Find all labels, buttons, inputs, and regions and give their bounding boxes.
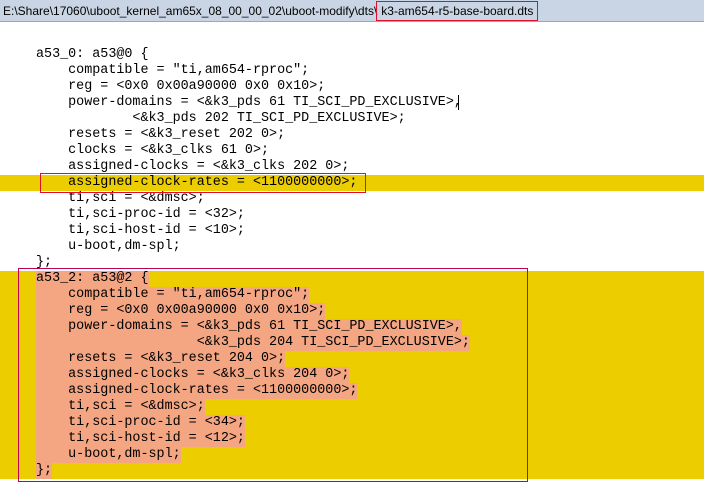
- code-line[interactable]: compatible = "ti,am654-rproc";: [0, 63, 704, 79]
- code-line-text: compatible = "ti,am654-rproc";: [36, 63, 310, 78]
- code-line-text: u-boot,dm-spl;: [36, 239, 181, 254]
- code-line-text: clocks = <&k3_clks 61 0>;: [36, 143, 270, 158]
- code-line-text: resets = <&k3_reset 202 0>;: [36, 127, 286, 142]
- code-line[interactable]: resets = <&k3_reset 204 0>;: [0, 351, 704, 367]
- code-line-text: u-boot,dm-spl;: [36, 447, 181, 463]
- code-line[interactable]: u-boot,dm-spl;: [0, 447, 704, 463]
- code-line-text: ti,sci = <&dmsc>;: [36, 399, 205, 415]
- code-line[interactable]: assigned-clock-rates = <1100000000>;: [0, 175, 704, 191]
- code-line-text: compatible = "ti,am654-rproc";: [36, 287, 310, 303]
- code-line[interactable]: power-domains = <&k3_pds 61 TI_SCI_PD_EX…: [0, 95, 704, 111]
- code-line[interactable]: assigned-clocks = <&k3_clks 202 0>;: [0, 159, 704, 175]
- code-line-text: };: [36, 255, 53, 270]
- code-line-text: ti,sci-host-id = <10>;: [36, 223, 245, 238]
- code-line-text: assigned-clocks = <&k3_clks 202 0>;: [36, 159, 350, 174]
- code-line[interactable]: ti,sci-proc-id = <34>;: [0, 415, 704, 431]
- code-line[interactable]: assigned-clocks = <&k3_clks 204 0>;: [0, 367, 704, 383]
- code-line[interactable]: ti,sci-proc-id = <32>;: [0, 207, 704, 223]
- code-line-text: <&k3_pds 202 TI_SCI_PD_EXCLUSIVE>;: [36, 111, 406, 126]
- code-line[interactable]: a53_0: a53@0 {: [0, 47, 704, 63]
- code-line-text: ti,sci = <&dmsc>;: [36, 191, 205, 206]
- file-name[interactable]: k3-am654-r5-base-board.dts: [376, 1, 539, 21]
- code-line-text: reg = <0x0 0x00a90000 0x0 0x10>;: [36, 79, 326, 94]
- code-line-text: reg = <0x0 0x00a90000 0x0 0x10>;: [36, 303, 326, 319]
- window-title-bar: E:\Share\17060\uboot_kernel_am65x_08_00_…: [0, 0, 704, 22]
- code-line-text: power-domains = <&k3_pds 61 TI_SCI_PD_EX…: [36, 95, 462, 110]
- text-caret: [458, 95, 459, 110]
- code-line[interactable]: <&k3_pds 204 TI_SCI_PD_EXCLUSIVE>;: [0, 335, 704, 351]
- code-line-text: ti,sci-proc-id = <34>;: [36, 415, 245, 431]
- code-line-text: assigned-clock-rates = <1100000000>;: [36, 383, 358, 399]
- code-line[interactable]: compatible = "ti,am654-rproc";: [0, 287, 704, 303]
- code-line[interactable]: [0, 31, 704, 47]
- code-line[interactable]: reg = <0x0 0x00a90000 0x0 0x10>;: [0, 303, 704, 319]
- code-line[interactable]: power-domains = <&k3_pds 61 TI_SCI_PD_EX…: [0, 319, 704, 335]
- code-line[interactable]: <&k3_pds 202 TI_SCI_PD_EXCLUSIVE>;: [0, 111, 704, 127]
- code-line[interactable]: ti,sci = <&dmsc>;: [0, 191, 704, 207]
- code-line-text: a53_0: a53@0 {: [36, 47, 149, 62]
- code-line-text: ti,sci-proc-id = <32>;: [36, 207, 245, 222]
- code-line[interactable]: assigned-clock-rates = <1100000000>;: [0, 383, 704, 399]
- code-line-text: assigned-clock-rates = <1100000000>;: [36, 175, 358, 190]
- code-line[interactable]: ti,sci-host-id = <12>;: [0, 431, 704, 447]
- code-line-text: <&k3_pds 204 TI_SCI_PD_EXCLUSIVE>;: [36, 335, 470, 351]
- code-line[interactable]: reg = <0x0 0x00a90000 0x0 0x10>;: [0, 79, 704, 95]
- code-line-text: a53_2: a53@2 {: [36, 271, 149, 287]
- code-line[interactable]: ti,sci-host-id = <10>;: [0, 223, 704, 239]
- code-line-text: power-domains = <&k3_pds 61 TI_SCI_PD_EX…: [36, 319, 462, 335]
- code-line-text: resets = <&k3_reset 204 0>;: [36, 351, 286, 367]
- code-line[interactable]: resets = <&k3_reset 202 0>;: [0, 127, 704, 143]
- code-line[interactable]: clocks = <&k3_clks 61 0>;: [0, 143, 704, 159]
- code-line-text: assigned-clocks = <&k3_clks 204 0>;: [36, 367, 350, 383]
- code-line[interactable]: ti,sci = <&dmsc>;: [0, 399, 704, 415]
- code-line[interactable]: u-boot,dm-spl;: [0, 239, 704, 255]
- code-editor[interactable]: a53_0: a53@0 { compatible = "ti,am654-rp…: [0, 24, 704, 482]
- file-path: E:\Share\17060\uboot_kernel_am65x_08_00_…: [3, 4, 378, 18]
- code-line[interactable]: };: [0, 255, 704, 271]
- code-line[interactable]: a53_2: a53@2 {: [0, 271, 704, 287]
- code-line-text: ti,sci-host-id = <12>;: [36, 431, 245, 447]
